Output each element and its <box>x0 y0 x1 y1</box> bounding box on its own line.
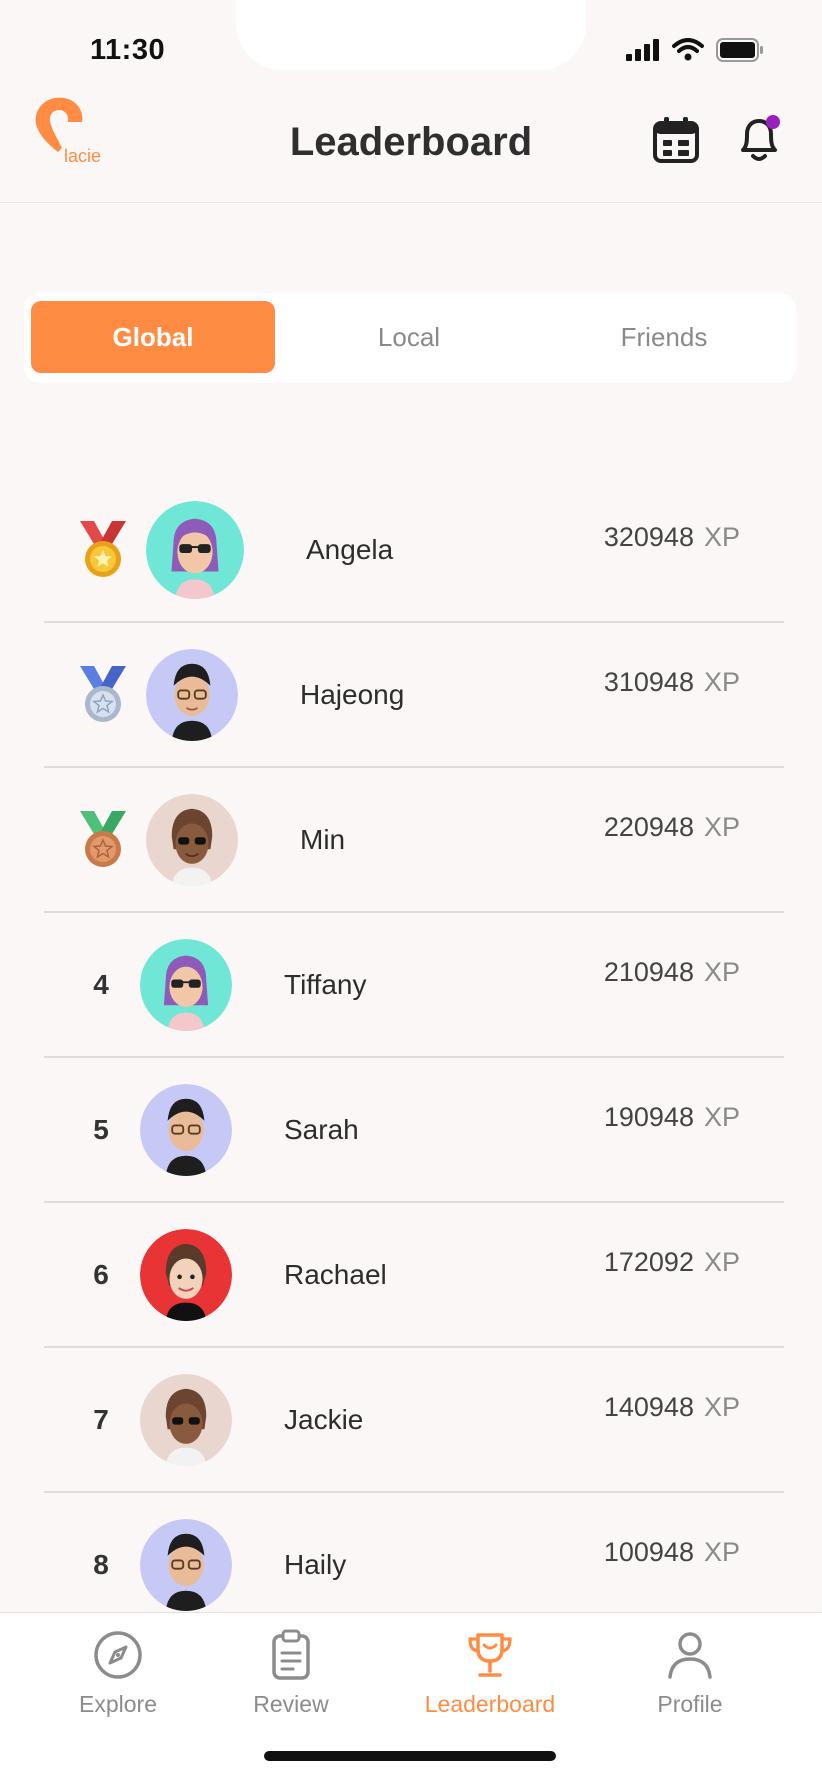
leaderboard-row[interactable]: Min 220948 XP <box>44 768 784 913</box>
nav-leaderboard[interactable]: Leaderboard <box>410 1629 570 1718</box>
tab-friends[interactable]: Friends <box>542 301 786 373</box>
status-bar: 11:30 <box>0 0 822 96</box>
avatar <box>146 500 244 599</box>
avatar-illustration-icon <box>146 500 244 599</box>
nav-label: Profile <box>657 1691 723 1717</box>
player-name: Rachael <box>284 1258 387 1290</box>
avatar-illustration-icon <box>140 1373 232 1466</box>
wifi-icon <box>672 38 704 61</box>
player-name: Jackie <box>284 1403 364 1435</box>
leaderboard-scope-tabs: Global Local Friends <box>24 293 796 383</box>
player-xp: 310948 XP <box>603 667 740 697</box>
avatar <box>140 1083 232 1176</box>
leaderboard-row[interactable]: 5 Sarah 190948 XP <box>44 1058 784 1203</box>
avatar <box>146 648 238 741</box>
player-name: Tiffany <box>284 968 367 1000</box>
nav-explore[interactable]: Explore <box>38 1629 198 1718</box>
player-xp: 100948 XP <box>603 1537 740 1567</box>
leaderboard-row[interactable]: Angela 320948 XP <box>44 478 784 623</box>
nav-profile[interactable]: Profile <box>610 1629 770 1718</box>
avatar-illustration-icon <box>146 793 238 886</box>
avatar <box>140 1518 232 1611</box>
nav-review[interactable]: Review <box>211 1629 371 1718</box>
player-name: Sarah <box>284 1113 359 1145</box>
trophy-icon <box>468 1633 512 1677</box>
player-name: Min <box>300 823 346 855</box>
person-icon <box>668 1632 712 1679</box>
calendar-button[interactable] <box>652 116 700 164</box>
status-time: 11:30 <box>90 34 166 66</box>
avatar-illustration-icon <box>140 938 232 1031</box>
avatar <box>140 1373 232 1466</box>
signal-icon <box>626 39 659 61</box>
player-xp: 190948 XP <box>603 1102 740 1132</box>
nav-label: Explore <box>79 1691 157 1717</box>
leaderboard-row[interactable]: 4 Tiffany 210948 XP <box>44 913 784 1058</box>
bronze-medal-icon <box>80 810 126 867</box>
player-xp: 220948 XP <box>603 812 740 842</box>
avatar <box>140 938 232 1031</box>
avatar <box>140 1228 232 1321</box>
avatar-illustration-icon <box>140 1228 232 1321</box>
nav-label: Review <box>253 1691 329 1717</box>
tab-global[interactable]: Global <box>31 301 275 373</box>
leaderboard-row[interactable]: 7 Jackie 140948 XP <box>44 1348 784 1493</box>
avatar-illustration-icon <box>140 1083 232 1176</box>
player-xp: 320948 XP <box>603 522 740 552</box>
device-notch <box>236 0 586 70</box>
avatar <box>146 793 238 886</box>
tab-local[interactable]: Local <box>287 301 531 373</box>
avatar-illustration-icon <box>146 648 238 741</box>
player-xp: 140948 XP <box>603 1392 740 1422</box>
player-name: Haily <box>284 1548 347 1580</box>
compass-icon <box>94 1631 142 1679</box>
battery-icon <box>716 38 763 62</box>
notifications-button[interactable] <box>735 114 783 164</box>
clipboard-icon <box>272 1629 310 1680</box>
leaderboard-row[interactable]: Hajeong 310948 XP <box>44 623 784 768</box>
player-name: Hajeong <box>300 678 405 710</box>
player-name: Angela <box>306 533 394 565</box>
home-indicator <box>264 1751 556 1761</box>
app-header: lacie Leaderboard <box>0 86 822 203</box>
player-xp: 210948 XP <box>603 957 740 987</box>
player-xp: 172092 XP <box>603 1247 740 1277</box>
gold-medal-icon <box>80 520 126 577</box>
calendar-icon <box>653 117 699 163</box>
status-icons <box>626 38 764 62</box>
silver-medal-icon <box>80 665 126 722</box>
leaderboard-list: Angela 320948 XP Hajeong 310948 XP Min 2… <box>44 478 784 1638</box>
nav-label: Leaderboard <box>424 1691 556 1717</box>
leaderboard-row[interactable]: 6 Rachael 172092 XP <box>44 1203 784 1348</box>
bell-icon <box>741 115 780 161</box>
avatar-illustration-icon <box>140 1518 232 1611</box>
